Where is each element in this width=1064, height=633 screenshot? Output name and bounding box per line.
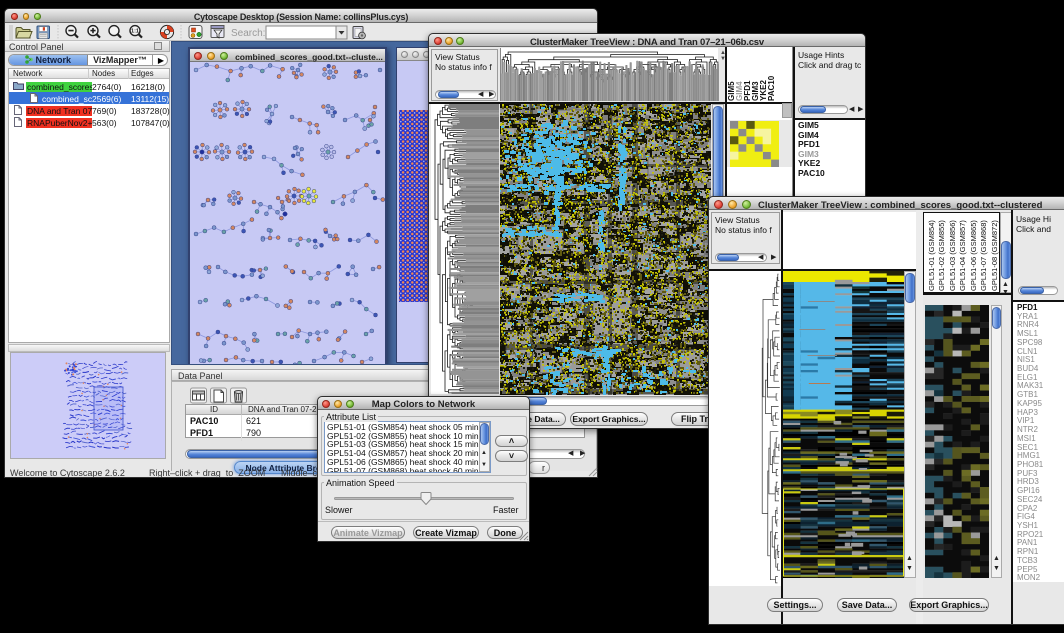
svg-text:PAC10: PAC10	[767, 75, 776, 101]
svg-text:GPL51-04 (GSM857): GPL51-04 (GSM857)	[958, 220, 967, 291]
svg-text:GPL51-07 (GSM868): GPL51-07 (GSM868)	[979, 220, 988, 291]
svg-text:GPL51-08 (GSM872): GPL51-08 (GSM872)	[990, 220, 999, 291]
svg-text:GPL51-06 (GSM865): GPL51-06 (GSM865)	[969, 220, 978, 291]
svg-text:GPL51-02 (GSM855): GPL51-02 (GSM855)	[937, 220, 946, 291]
svg-text:GPL51-03 (GSM856): GPL51-03 (GSM856)	[948, 220, 957, 291]
svg-text:1:1: 1:1	[131, 29, 139, 35]
svg-text:GPL51-01 (GSM854): GPL51-01 (GSM854)	[927, 220, 936, 291]
svg-text:Search:: Search:	[231, 28, 265, 39]
